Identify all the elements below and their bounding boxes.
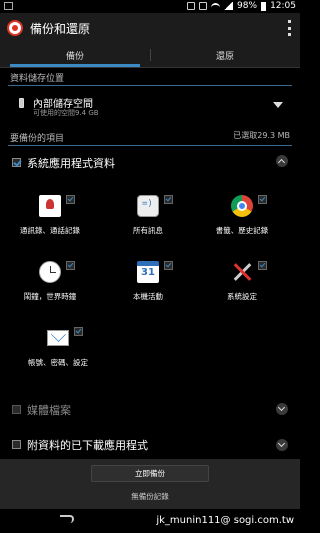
calendar-checkbox[interactable]	[164, 261, 173, 270]
app-item-settings[interactable]: 系統設定	[196, 261, 286, 311]
signal-icon	[224, 2, 234, 10]
wifi-icon	[211, 2, 221, 10]
clock-icon	[39, 261, 61, 283]
items-section-label: 要備份的項目	[10, 134, 65, 144]
clock-time: 12:05	[270, 1, 296, 11]
app-item-contacts[interactable]: 通訊錄、通話記錄	[4, 195, 94, 245]
app-item-label: 鬧鐘，世界時鐘	[23, 292, 77, 301]
app-item-label: 系統設定	[227, 292, 257, 301]
battery-percent: 98%	[237, 1, 258, 11]
settings-checkbox[interactable]	[258, 261, 267, 270]
sim-icon	[187, 2, 196, 10]
expand-icon[interactable]	[276, 439, 288, 451]
overflow-menu-icon[interactable]	[286, 20, 292, 36]
backup-now-button[interactable]: 立即備份	[91, 465, 209, 482]
section-divider	[8, 85, 292, 86]
email-icon	[47, 330, 69, 346]
app-item-label: 帳號、密碼、設定	[28, 358, 88, 367]
status-icons: 98% 12:05	[187, 1, 296, 11]
storage-location-dropdown[interactable]: 內部儲存空間 可使用的空間9.4 GB	[10, 91, 291, 121]
accounts-checkbox[interactable]	[74, 327, 83, 336]
calendar-icon	[137, 261, 159, 283]
group-system-apps[interactable]: 系統應用程式資料	[0, 151, 300, 173]
status-bar: 98% 12:05	[0, 0, 300, 13]
page-title: 備份和還原	[30, 22, 91, 36]
screenshot-notification-icon	[4, 2, 13, 10]
backup-restore-icon[interactable]	[7, 20, 23, 36]
media-checkbox[interactable]	[12, 405, 21, 414]
tab-bottom-border	[0, 67, 300, 68]
storage-section-label: 資料儲存位置	[10, 74, 65, 84]
app-item-label: 所有訊息	[133, 226, 163, 235]
app-item-label: 通訊錄、通話記錄	[20, 226, 80, 235]
messaging-icon	[137, 195, 159, 217]
navigation-bar: jk_munin111@ sogi.com.tw	[0, 509, 300, 533]
app-item-accounts[interactable]: 帳號、密碼、設定	[12, 327, 102, 377]
bookmarks-checkbox[interactable]	[258, 195, 267, 204]
app-item-label: 本機活動	[133, 292, 163, 301]
messages-checkbox[interactable]	[164, 195, 173, 204]
system-apps-checkbox[interactable]	[12, 158, 21, 167]
watermark: jk_munin111@ sogi.com.tw	[156, 515, 294, 526]
app-item-alarms[interactable]: 鬧鐘，世界時鐘	[4, 261, 94, 311]
downloaded-apps-checkbox[interactable]	[12, 440, 21, 449]
tab-restore[interactable]: 還原	[150, 43, 300, 67]
no-backup-records: 無備份記錄	[131, 492, 169, 501]
group-media[interactable]: 媒體檔案	[0, 399, 300, 421]
phone-storage-icon	[19, 98, 24, 108]
downloaded-apps-label: 附資料的已下載應用程式	[27, 439, 148, 452]
back-icon[interactable]	[60, 515, 74, 523]
contacts-checkbox[interactable]	[66, 195, 75, 204]
alarms-checkbox[interactable]	[66, 261, 75, 270]
action-bar: 備份和還原	[0, 13, 300, 43]
nfc-icon	[199, 2, 208, 10]
storage-available-space: 可使用的空間9.4 GB	[33, 109, 99, 117]
app-item-calendar[interactable]: 本機活動	[102, 261, 192, 311]
battery-icon	[261, 1, 267, 11]
app-item-messages[interactable]: 所有訊息	[102, 195, 192, 245]
collapse-icon[interactable]	[276, 155, 288, 167]
tab-divider	[150, 49, 151, 61]
chrome-icon	[231, 195, 253, 217]
dropdown-arrow-icon	[273, 102, 283, 108]
app-item-bookmarks[interactable]: 書籤、歷史記錄	[196, 195, 286, 245]
app-item-label: 書籤、歷史記錄	[215, 226, 269, 235]
expand-icon[interactable]	[276, 403, 288, 415]
group-downloaded-apps[interactable]: 附資料的已下載應用程式	[0, 435, 300, 457]
system-apps-label: 系統應用程式資料	[27, 157, 115, 170]
settings-tools-icon	[231, 261, 253, 283]
section-divider	[8, 145, 292, 146]
media-label: 媒體檔案	[27, 404, 71, 417]
tab-backup[interactable]: 備份	[0, 43, 150, 67]
selected-size: 已選取29.3 MB	[233, 131, 290, 140]
contacts-icon	[39, 195, 61, 217]
